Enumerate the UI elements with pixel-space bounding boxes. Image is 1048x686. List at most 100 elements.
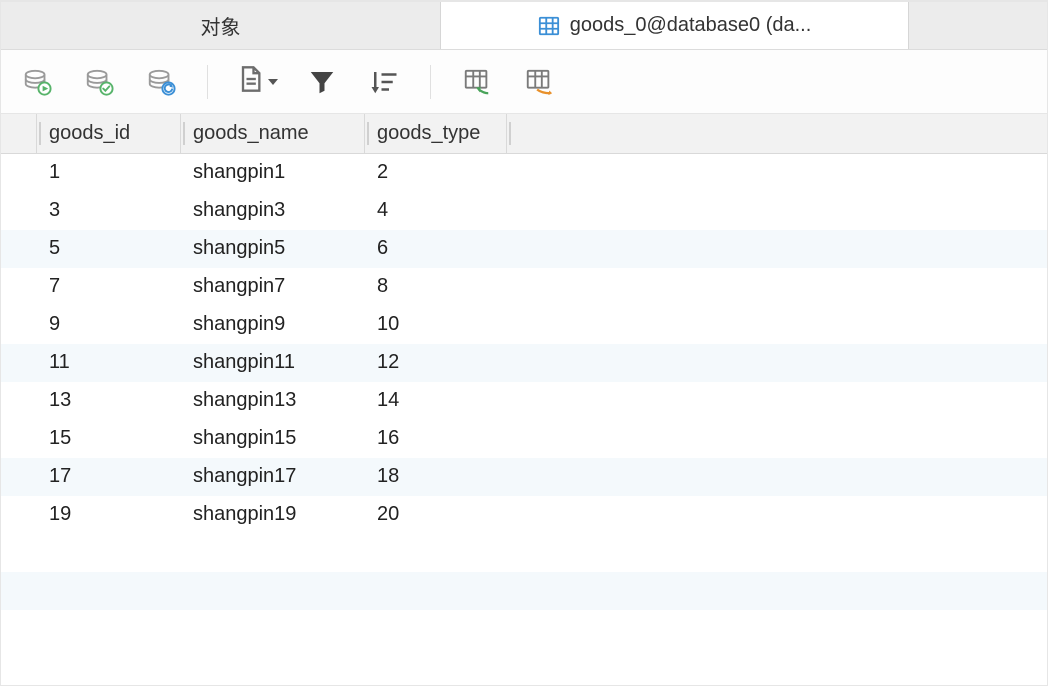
- cell-goods-type[interactable]: 16: [365, 420, 507, 457]
- app-window: 对象 goods_0@database0 (da...: [0, 0, 1048, 686]
- row-number-cell[interactable]: [1, 306, 37, 343]
- toolbar: [1, 50, 1047, 114]
- cell-goods-id[interactable]: 13: [37, 382, 181, 419]
- cell-goods-id[interactable]: 9: [37, 306, 181, 343]
- cell-goods-id[interactable]: 7: [37, 268, 181, 305]
- table-row[interactable]: [1, 610, 1047, 648]
- cell-value: 6: [377, 237, 388, 260]
- column-resize-handle[interactable]: [183, 122, 185, 145]
- table-row[interactable]: 7 shangpin7 8: [1, 268, 1047, 306]
- table-row[interactable]: 17 shangpin17 18: [1, 458, 1047, 496]
- cell-goods-type[interactable]: 2: [365, 154, 507, 191]
- db-play-icon: [22, 67, 52, 97]
- grid-import-icon: [462, 67, 492, 97]
- cell-value: 19: [49, 503, 71, 526]
- filter-button[interactable]: [304, 64, 340, 100]
- row-number-cell[interactable]: [1, 458, 37, 495]
- cell-goods-type[interactable]: 10: [365, 306, 507, 343]
- tab-bar: 对象 goods_0@database0 (da...: [1, 2, 1047, 50]
- grid-export-button[interactable]: [521, 64, 557, 100]
- cell-goods-name[interactable]: shangpin19: [181, 496, 365, 533]
- column-header-goods-id[interactable]: goods_id: [37, 114, 181, 153]
- cell-goods-name[interactable]: shangpin11: [181, 344, 365, 381]
- document-dropdown-button[interactable]: [236, 65, 278, 99]
- tab-table-goods0[interactable]: goods_0@database0 (da...: [441, 2, 909, 49]
- cell-value: 1: [49, 161, 60, 184]
- cell-value: 7: [49, 275, 60, 298]
- table-icon: [538, 15, 560, 37]
- row-number-cell[interactable]: [1, 496, 37, 533]
- table-row[interactable]: 19 shangpin1920: [1, 496, 1047, 534]
- cell-value: 2: [377, 161, 388, 184]
- cell-value: 17: [49, 465, 71, 488]
- table-row[interactable]: 3 shangpin3 4: [1, 192, 1047, 230]
- cell-goods-name[interactable]: shangpin3: [181, 192, 365, 229]
- cell-goods-id[interactable]: 5: [37, 230, 181, 267]
- cell-value: 16: [377, 427, 399, 450]
- table-row[interactable]: 1 shangpin1 2: [1, 154, 1047, 192]
- chevron-down-icon: [268, 79, 278, 85]
- row-number-cell[interactable]: [1, 230, 37, 267]
- column-header-label: goods_type: [377, 122, 480, 145]
- cell-goods-name[interactable]: shangpin13: [181, 382, 365, 419]
- cell-goods-type[interactable]: 8: [365, 268, 507, 305]
- grid-import-button[interactable]: [459, 64, 495, 100]
- cell-goods-name[interactable]: shangpin9: [181, 306, 365, 343]
- row-number-header[interactable]: [1, 114, 37, 153]
- cell-goods-type[interactable]: 14: [365, 382, 507, 419]
- column-resize-handle[interactable]: [509, 122, 511, 145]
- cell-goods-id[interactable]: 19: [37, 496, 181, 533]
- cell-goods-id[interactable]: 1: [37, 154, 181, 191]
- table-row[interactable]: 15shangpin15 16: [1, 420, 1047, 458]
- tab-objects[interactable]: 对象: [1, 2, 441, 49]
- table-row[interactable]: 11shangpin1112: [1, 344, 1047, 382]
- cell-goods-type[interactable]: 4: [365, 192, 507, 229]
- column-header-goods-name[interactable]: goods_name: [181, 114, 365, 153]
- table-row[interactable]: 5shangpin5 6: [1, 230, 1047, 268]
- cell-goods-type[interactable]: 18: [365, 458, 507, 495]
- db-check-button[interactable]: [81, 64, 117, 100]
- data-grid[interactable]: goods_id goods_name goods_type 1 shangpin…: [1, 114, 1047, 685]
- db-play-button[interactable]: [19, 64, 55, 100]
- cell-goods-id[interactable]: 11: [37, 344, 181, 381]
- cell-value: 18: [377, 465, 399, 488]
- cell-value: shangpin13: [193, 389, 296, 412]
- cell-goods-id[interactable]: 17: [37, 458, 181, 495]
- cell-goods-name[interactable]: shangpin15: [181, 420, 365, 457]
- cell-goods-id[interactable]: 3: [37, 192, 181, 229]
- table-row[interactable]: 9 shangpin9 10: [1, 306, 1047, 344]
- cell-goods-type[interactable]: 12: [365, 344, 507, 381]
- cell-goods-type[interactable]: 6: [365, 230, 507, 267]
- db-refresh-button[interactable]: [143, 64, 179, 100]
- table-row[interactable]: 13 shangpin13 14: [1, 382, 1047, 420]
- column-resize-handle[interactable]: [39, 122, 41, 145]
- cell-goods-type[interactable]: 20: [365, 496, 507, 533]
- cell-goods-name[interactable]: shangpin5: [181, 230, 365, 267]
- cell-value: shangpin9: [193, 313, 285, 336]
- cell-value: shangpin17: [193, 465, 296, 488]
- sort-button[interactable]: [366, 64, 402, 100]
- row-number-cell[interactable]: [1, 154, 37, 191]
- cell-value: 10: [377, 313, 399, 336]
- cell-value: shangpin3: [193, 199, 285, 222]
- cell-goods-name[interactable]: shangpin17: [181, 458, 365, 495]
- toolbar-separator: [430, 65, 431, 99]
- cell-value: shangpin1: [193, 161, 285, 184]
- cell-goods-name[interactable]: shangpin7: [181, 268, 365, 305]
- table-row[interactable]: [1, 534, 1047, 572]
- cell-value: 13: [49, 389, 71, 412]
- row-number-cell[interactable]: [1, 192, 37, 229]
- db-refresh-icon: [146, 67, 176, 97]
- table-row[interactable]: [1, 572, 1047, 610]
- cell-goods-id[interactable]: 15: [37, 420, 181, 457]
- column-header-goods-type[interactable]: goods_type: [365, 114, 507, 153]
- column-header-filler: [507, 114, 1047, 153]
- cell-goods-name[interactable]: shangpin1: [181, 154, 365, 191]
- row-number-cell[interactable]: [1, 344, 37, 381]
- cell-value: 8: [377, 275, 388, 298]
- row-number-cell[interactable]: [1, 382, 37, 419]
- column-resize-handle[interactable]: [367, 122, 369, 145]
- row-number-cell[interactable]: [1, 268, 37, 305]
- row-number-cell[interactable]: [1, 420, 37, 457]
- sort-icon: [369, 67, 399, 97]
